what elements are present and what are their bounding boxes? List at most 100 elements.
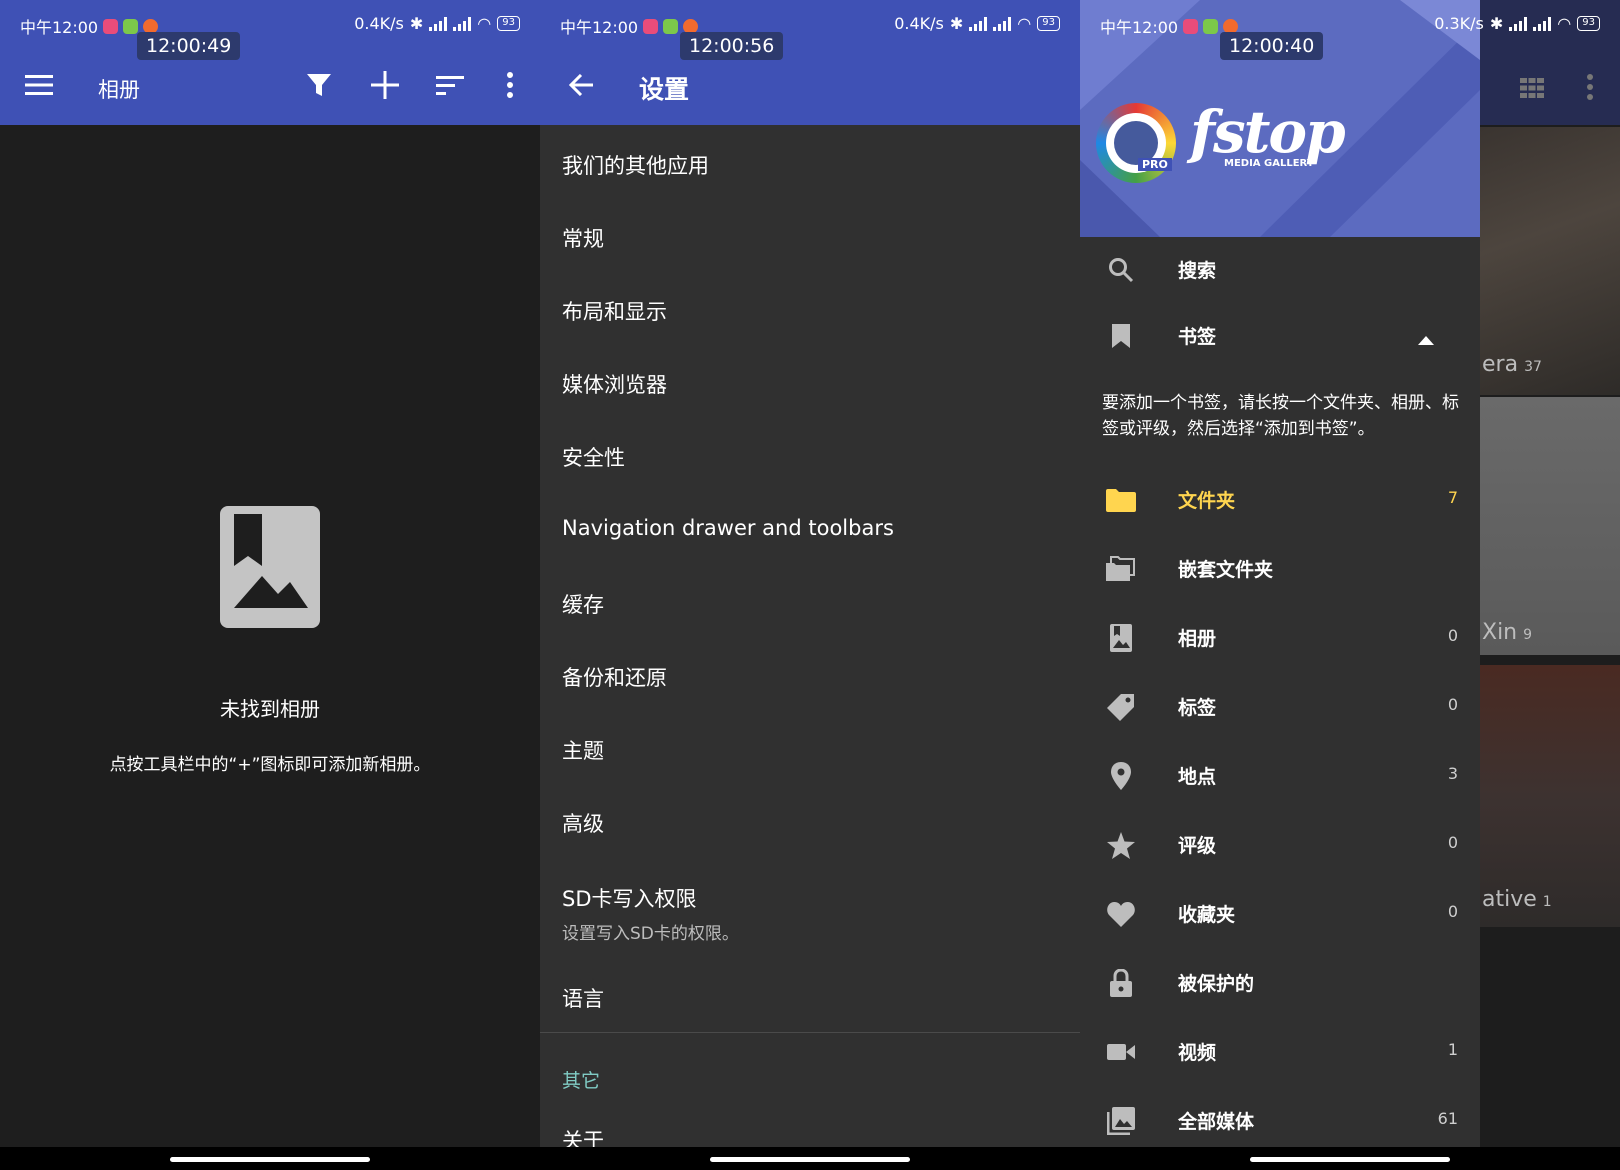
- home-indicator[interactable]: [710, 1157, 910, 1162]
- folder-icon: [1104, 483, 1138, 517]
- settings-item-sd-card[interactable]: SD卡写入权限 设置写入SD卡的权限。: [562, 883, 739, 944]
- drawer-item-label: 地点: [1178, 766, 1217, 788]
- app-logo-wordmark: fstop: [1190, 98, 1346, 166]
- drawer-item-folders[interactable]: 文件夹 7: [1080, 466, 1480, 534]
- nested-folder-icon: [1104, 552, 1138, 586]
- more-vert-icon[interactable]: [493, 68, 527, 102]
- notification-icon: [1183, 18, 1199, 34]
- settings-item-navigation[interactable]: Navigation drawer and toolbars: [562, 516, 894, 540]
- pro-badge: PRO: [1138, 158, 1172, 171]
- app-logo-icon: PRO: [1096, 103, 1176, 183]
- menu-icon[interactable]: [22, 68, 56, 102]
- gesture-bar: [540, 1147, 1080, 1170]
- settings-item-advanced[interactable]: 高级: [562, 808, 604, 838]
- drawer-item-tags[interactable]: 标签 0: [1080, 673, 1480, 741]
- album-tile-label: era 37: [1482, 352, 1542, 377]
- album-tile-label: ative 1: [1482, 887, 1552, 912]
- sd-card-title: SD卡写入权限: [562, 887, 697, 911]
- drawer-item-ratings[interactable]: 评级 0: [1080, 811, 1480, 879]
- drawer-item-label: 被保护的: [1178, 973, 1255, 995]
- settings-item-cache[interactable]: 缓存: [562, 589, 604, 619]
- status-bar: 中午12:00 0.4K/s ✱ ◠ 93: [0, 0, 540, 46]
- notification-icon: [643, 18, 659, 34]
- settings-item-backup[interactable]: 备份和还原: [562, 662, 667, 692]
- star-icon: [1104, 828, 1138, 862]
- battery-icon: 93: [1037, 16, 1060, 31]
- battery-icon: 93: [497, 16, 520, 31]
- album-icon: [1104, 621, 1138, 655]
- page-title: 设置: [639, 75, 690, 104]
- drawer-item-label: 嵌套文件夹: [1178, 559, 1274, 581]
- drawer-item-places[interactable]: 地点 3: [1080, 742, 1480, 810]
- drawer-item-all-media[interactable]: 全部媒体 61: [1080, 1087, 1480, 1147]
- home-indicator[interactable]: [1250, 1157, 1450, 1162]
- drawer-item-count: 3: [1447, 764, 1458, 783]
- signal-2-icon: [993, 16, 1012, 31]
- settings-item-general[interactable]: 常规: [562, 223, 604, 253]
- heart-icon: [1104, 897, 1138, 931]
- background-gallery: era 37 Xin 9 ative 1: [1480, 0, 1620, 1147]
- albums-content: [0, 125, 540, 1147]
- notification-icon: [103, 18, 119, 34]
- drawer-item-favorites[interactable]: 收藏夹 0: [1080, 880, 1480, 948]
- download-icon: [663, 18, 679, 34]
- screens-composite: 中午12:00 0.4K/s ✱ ◠ 93 12:00:49 相册 未找到相册 …: [0, 0, 1620, 1170]
- status-time: 中午12:00: [20, 18, 99, 37]
- signal-2-icon: [453, 16, 472, 31]
- drawer-item-albums[interactable]: 相册 0: [1080, 604, 1480, 672]
- bookmark-hint-text: 要添加一个书签，请长按一个文件夹、相册、标签或评级，然后选择“添加到书签”。: [1102, 393, 1459, 439]
- signal-icon: [429, 16, 448, 31]
- drawer-item-count: 61: [1437, 1109, 1458, 1128]
- bookmark-icon: [1104, 319, 1138, 353]
- sort-icon[interactable]: [433, 68, 467, 102]
- time-overlay: 12:00:56: [680, 32, 784, 60]
- settings-item-other-apps[interactable]: 我们的其他应用: [562, 150, 709, 180]
- lock-icon: [1104, 966, 1138, 1000]
- settings-item-media-viewer[interactable]: 媒体浏览器: [562, 369, 667, 399]
- add-icon[interactable]: [368, 68, 402, 102]
- section-header-other: 其它: [562, 1070, 601, 1092]
- drawer-item-label: 相册: [1178, 628, 1217, 650]
- gesture-bar: [0, 1147, 540, 1170]
- settings-item-security[interactable]: 安全性: [562, 442, 625, 472]
- section-divider: [540, 1032, 1080, 1033]
- app-logo-subtitle: MEDIA GALLERY: [1224, 158, 1314, 169]
- app-bar: 中午12:00 0.4K/s ✱ ◠ 93 12:00:56 设置: [540, 0, 1080, 125]
- drawer-item-count: 0: [1447, 833, 1458, 852]
- home-indicator[interactable]: [170, 1157, 370, 1162]
- settings-item-theme[interactable]: 主题: [562, 735, 604, 765]
- gesture-bar: [1080, 1147, 1620, 1170]
- drawer-item-bookmarks[interactable]: 书签: [1080, 302, 1480, 370]
- grid-view-icon[interactable]: [1520, 78, 1544, 102]
- drawer-item-protected[interactable]: 被保护的: [1080, 949, 1480, 1017]
- status-bar: 中午12:00 0.4K/s ✱ ◠ 93: [540, 0, 1080, 46]
- filter-icon[interactable]: [302, 68, 336, 102]
- settings-item-layout[interactable]: 布局和显示: [562, 296, 667, 326]
- more-vert-icon[interactable]: [1586, 74, 1594, 104]
- sd-card-subtitle: 设置写入SD卡的权限。: [562, 924, 739, 944]
- drawer-item-videos[interactable]: 视频 1: [1080, 1018, 1480, 1086]
- empty-album-icon: [220, 506, 320, 632]
- drawer-item-count: 7: [1447, 488, 1458, 507]
- wifi-icon: ◠: [477, 14, 492, 33]
- back-arrow-icon[interactable]: [564, 68, 598, 102]
- network-speed: 0.4K/s: [894, 14, 944, 33]
- collapse-arrow-icon[interactable]: [1418, 330, 1434, 349]
- drawer-screen: era 37 Xin 9 ative 1 PRO fstop MEDIA GAL…: [1080, 0, 1620, 1170]
- album-tile-thumbnail[interactable]: [1480, 397, 1620, 655]
- settings-item-language[interactable]: 语言: [562, 983, 604, 1013]
- tag-icon: [1104, 690, 1138, 724]
- network-speed: 0.3K/s: [1434, 14, 1484, 33]
- video-camera-icon: [1104, 1035, 1138, 1069]
- drawer-item-count: 0: [1447, 626, 1458, 645]
- network-speed: 0.4K/s: [354, 14, 404, 33]
- drawer-item-search[interactable]: 搜索: [1080, 236, 1480, 304]
- drawer-item-count: 0: [1447, 695, 1458, 714]
- status-time: 中午12:00: [1100, 18, 1179, 37]
- page-title: 相册: [98, 78, 140, 102]
- drawer-item-label: 搜索: [1178, 260, 1217, 282]
- album-tile-label: Xin 9: [1482, 620, 1533, 645]
- wifi-icon: ◠: [1017, 14, 1032, 33]
- drawer-item-nested-folders[interactable]: 嵌套文件夹: [1080, 535, 1480, 603]
- drawer-item-label: 评级: [1178, 835, 1217, 857]
